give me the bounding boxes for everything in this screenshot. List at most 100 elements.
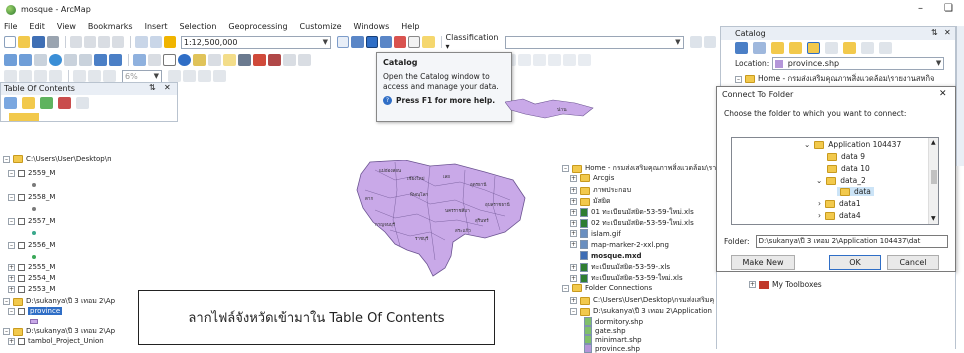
layout-pan-icon[interactable] [34,70,47,82]
layout-tool-icon[interactable] [578,54,591,66]
catalog-item[interactable]: + map-marker-2-xxl.png [570,240,669,249]
list-by-visibility-icon[interactable] [40,97,53,109]
close-icon[interactable]: ✕ [944,28,951,37]
catalog-window-icon[interactable] [365,36,378,48]
pan-icon[interactable] [34,54,47,66]
editor-toolbar-icon[interactable] [337,36,350,48]
expand-icon[interactable]: + [570,174,577,182]
scroll-up-icon[interactable]: ▲ [931,139,936,146]
catalog-item[interactable]: – D:\sukanya\ปี 3 เทอม 2\Application [570,306,712,317]
classification-tool-icon[interactable] [703,36,716,48]
change-layout-icon[interactable] [198,70,211,82]
cancel-button[interactable]: Cancel [887,255,939,270]
folder-tree-item[interactable]: ⌄ Application 104437 [804,140,901,149]
folder-tree-item[interactable]: data 9 [827,152,865,161]
layer-visibility-checkbox[interactable] [18,217,25,225]
cut-icon[interactable] [69,36,82,48]
menu-view[interactable]: View [57,22,76,34]
expand-icon[interactable]: + [8,337,15,345]
fixed-zoom-in-icon[interactable] [64,54,77,66]
menu-bookmarks[interactable]: Bookmarks [88,22,133,34]
catalog-item[interactable]: – Folder Connections [562,284,652,292]
new-icon[interactable] [4,36,17,48]
expand-icon[interactable]: + [570,198,577,205]
toc-layer[interactable]: + 2554_M [8,274,55,282]
toggle-contents-icon[interactable] [861,42,874,54]
forward-extent-icon[interactable] [109,54,122,66]
expand-icon[interactable]: + [8,263,15,271]
catalog-item[interactable]: + Arcgis [570,174,614,182]
toc-layer[interactable]: + 2555_M [8,263,55,271]
layer-visibility-checkbox[interactable] [18,307,25,315]
folder-tree-item-selected[interactable]: data [837,187,874,196]
python-window-icon[interactable] [408,36,421,48]
dialog-close-icon[interactable]: ✕ [939,89,947,99]
new-folder-icon[interactable] [843,42,856,54]
collapse-icon[interactable]: – [570,308,577,315]
map-scale-combo[interactable]: 1:12,500,000 ▼ [180,35,332,49]
catalog-item[interactable]: + ภาพประกอบ [570,185,631,196]
home-icon[interactable] [789,42,802,54]
catalog-item[interactable]: + C:\Users\User\Desktop\กรมส่งเสริมคุ [570,295,714,306]
catalog-home-row[interactable]: – Home - กรมส่งเสริมคุณภาพสิ่งแวดล้อม\รา… [735,73,934,85]
save-icon[interactable] [32,36,45,48]
clear-selection-icon[interactable] [148,54,161,66]
toc-data-frame[interactable]: – D:\sukanya\ปี 3 เทอม 2\Ap [3,296,115,307]
classification-combo[interactable]: ▼ [505,35,684,49]
expand-icon[interactable]: + [570,187,577,194]
collapse-icon[interactable]: – [735,75,742,83]
classification-tool-icon[interactable] [689,36,702,48]
menu-geoprocessing[interactable]: Geoprocessing [228,22,287,34]
menu-customize[interactable]: Customize [300,22,342,34]
expand-icon[interactable]: + [570,264,577,271]
expand-icon[interactable]: + [8,274,15,282]
back-extent-icon[interactable] [94,54,107,66]
expand-icon[interactable]: + [8,285,15,293]
forward-icon[interactable] [753,42,766,54]
expand-icon[interactable]: + [570,220,577,227]
collapse-icon[interactable]: – [8,241,15,249]
expand-icon[interactable]: + [570,209,577,216]
catalog-item[interactable]: mosque.mxd [580,251,642,260]
expand-icon[interactable]: + [749,281,756,288]
layout-zoom-combo[interactable]: 6% ▼ [122,69,162,83]
select-features-icon[interactable] [133,54,146,66]
folder-path-input[interactable]: D:\sukanya\ปี 3 เทอม 2\Application 10443… [755,235,948,248]
catalog-item[interactable]: + มัสยิด [570,196,611,207]
catalog-item[interactable]: gate.shp [584,326,626,335]
menu-insert[interactable]: Insert [145,22,168,34]
collapse-icon[interactable]: – [562,284,569,292]
minimize-button[interactable]: – [918,3,923,14]
full-extent-icon[interactable] [49,54,62,66]
list-by-selection-icon[interactable] [58,97,71,109]
arctoolbox-icon[interactable] [393,36,407,48]
catalog-item[interactable]: + My Toolboxes [749,280,822,289]
menu-selection[interactable]: Selection [180,22,217,34]
layout-tool-icon[interactable] [533,54,546,66]
menu-edit[interactable]: Edit [29,22,45,34]
folder-tree-item[interactable]: data 10 [827,164,870,173]
folder-tree-item[interactable]: › data1 [818,199,861,208]
catalog-item[interactable]: minimart.shp [584,335,642,344]
zoom-out-icon[interactable] [19,54,32,66]
layer-visibility-checkbox[interactable] [18,193,25,201]
toc-layer[interactable]: + tambol_Project_Union [8,337,104,345]
catalog-item[interactable]: + ทะเบียนมัสยิด-53-59-.xls [570,262,670,273]
redo-icon[interactable] [149,36,162,48]
layout-zoom-icon[interactable] [4,70,17,82]
copy-icon[interactable] [83,36,97,48]
pin-icon[interactable]: ⇅ [149,83,156,92]
layer-visibility-checkbox[interactable] [18,285,25,293]
scrollbar-thumb[interactable] [931,170,937,184]
expand-icon[interactable]: + [570,230,577,237]
layout-zoom-100-icon[interactable] [73,70,86,82]
toc-layer[interactable]: + 2553_M [8,285,55,293]
folder-tree-item[interactable]: › data4 [818,211,861,220]
list-by-source-icon[interactable] [22,97,35,109]
toc-data-frame[interactable]: – D:\sukanya\ปี 3 เทอม 2\Ap [3,326,115,337]
toc-data-frame[interactable]: – C:\Users\User\Desktop\n [3,155,112,163]
toc-layer[interactable]: – 2558_M [8,193,55,201]
folder-tree-item[interactable]: ⌄ data_2 [816,176,866,185]
find-icon[interactable] [238,54,251,66]
expand-icon[interactable]: + [570,275,577,282]
